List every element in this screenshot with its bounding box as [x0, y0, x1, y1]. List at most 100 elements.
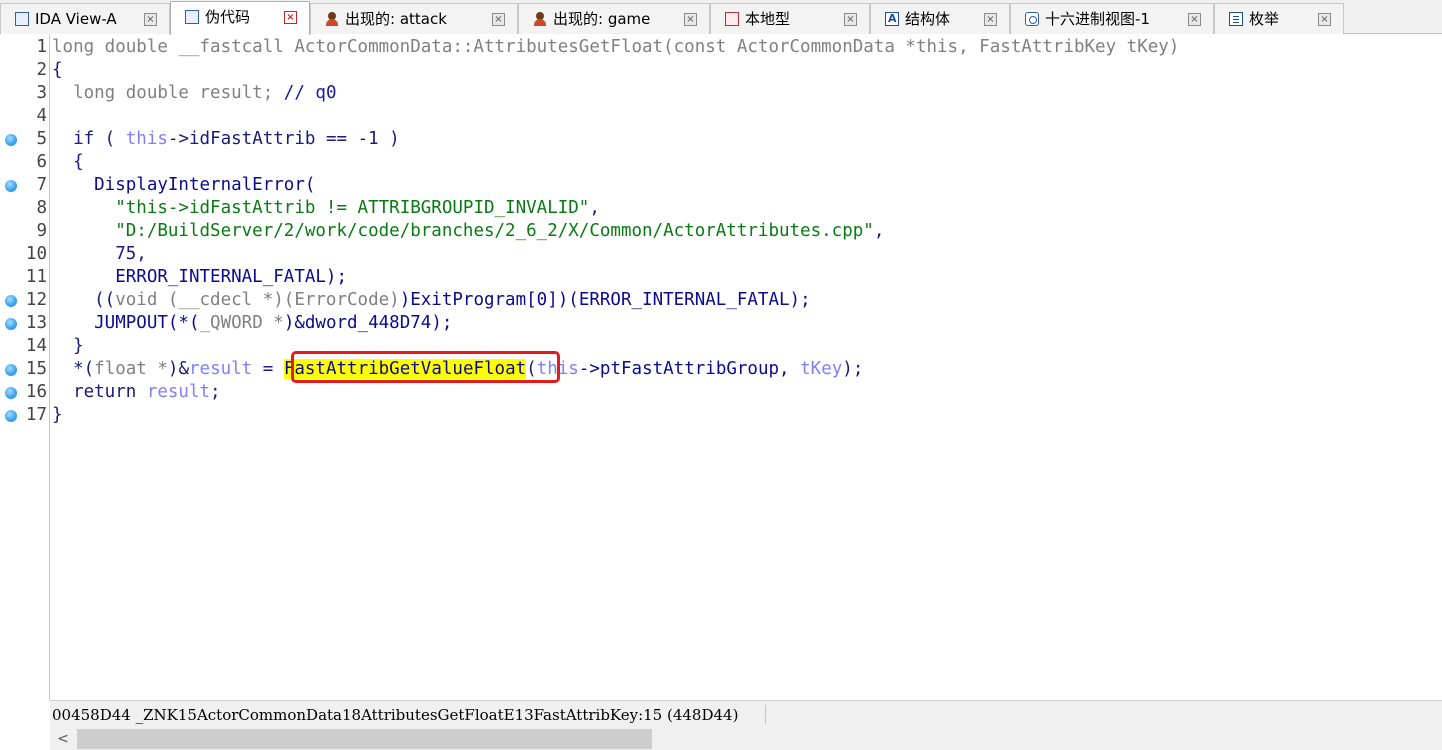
horizontal-scrollbar[interactable]: <: [50, 728, 1442, 750]
code-token: // q0: [283, 83, 337, 103]
line-number: 8: [36, 198, 47, 218]
code-token: "D:/BuildServer/2/work/code/branches/2_6…: [115, 221, 874, 241]
scroll-left-arrow[interactable]: <: [50, 728, 76, 750]
code-text: long double result; // q0: [52, 82, 336, 105]
structures-icon: [885, 4, 899, 34]
code-token: void (__cdecl *)(ErrorCode): [115, 290, 400, 310]
close-icon[interactable]: ×: [1318, 13, 1331, 26]
code-token: )ExitProgram[0])(ERROR_INTERNAL_FATAL);: [399, 290, 811, 310]
code-line[interactable]: 8 "this->idFastAttrib != ATTRIBGROUPID_I…: [0, 197, 1442, 220]
tab-7[interactable]: 枚举 ×: [1214, 3, 1344, 34]
code-line[interactable]: 15 *(float *)&result = FastAttribGetValu…: [0, 358, 1442, 381]
code-line[interactable]: 11 ERROR_INTERNAL_FATAL);: [0, 266, 1442, 289]
line-number: 5: [36, 129, 47, 149]
code-text: ((void (__cdecl *)(ErrorCode))ExitProgra…: [52, 289, 811, 312]
code-line[interactable]: 9 "D:/BuildServer/2/work/code/branches/2…: [0, 220, 1442, 243]
tab-4[interactable]: 本地型 ×: [710, 3, 870, 34]
code-token: result: [146, 382, 211, 402]
code-line[interactable]: 16 return result;: [0, 381, 1442, 404]
status-text: 00458D44 _ZNK15ActorCommonData18Attribut…: [52, 706, 739, 724]
line-number: 17: [25, 405, 47, 425]
line-number: 15: [25, 359, 47, 379]
code-token: =: [252, 359, 284, 379]
code-token: ,: [589, 198, 600, 218]
line-number: 12: [25, 290, 47, 310]
code-text: JUMPOUT(*(_QWORD *)&dword_448D74);: [52, 312, 452, 335]
hex-view-icon: [1025, 12, 1039, 26]
code-token: );: [842, 359, 864, 379]
code-token: float *: [94, 359, 168, 379]
code-line[interactable]: 17}: [0, 404, 1442, 427]
local-types-icon: [725, 12, 739, 26]
code-text: ERROR_INTERNAL_FATAL);: [52, 266, 347, 289]
pseudocode-editor[interactable]: 1 long double __fastcall ActorCommonData:…: [0, 35, 1442, 700]
code-line[interactable]: 4: [0, 105, 1442, 128]
tab-label: 出现的: game: [553, 10, 651, 28]
scroll-thumb[interactable]: [77, 729, 652, 749]
line-number: 9: [36, 221, 47, 241]
tab-3[interactable]: 出现的: game ×: [518, 3, 710, 34]
code-token: result: [189, 359, 253, 379]
tab-0[interactable]: IDA View-A ×: [0, 3, 170, 34]
code-text: DisplayInternalError(: [52, 174, 315, 197]
code-line[interactable]: 13 JUMPOUT(*(_QWORD *)&dword_448D74);: [0, 312, 1442, 335]
tab-bar: IDA View-A × 伪代码 × 出现的: attack × 出现的: game × 本地型…: [0, 0, 1442, 35]
close-icon[interactable]: ×: [984, 13, 997, 26]
person-icon: [533, 12, 547, 26]
enums-icon: [1229, 12, 1243, 26]
line-number: 3: [36, 83, 47, 103]
code-token: DisplayInternalError(: [52, 175, 316, 195]
code-token: {: [52, 60, 63, 80]
ida-view-icon: [15, 12, 29, 26]
code-line[interactable]: 6 {: [0, 151, 1442, 174]
tab-1[interactable]: 伪代码 ×: [170, 1, 310, 35]
close-icon[interactable]: ×: [284, 11, 297, 24]
code-token: *(: [52, 359, 95, 379]
code-token: tKey: [800, 359, 843, 379]
code-text: {: [52, 59, 63, 82]
code-text: {: [52, 151, 84, 174]
code-token: return: [52, 382, 147, 402]
code-token: "this->idFastAttrib != ATTRIBGROUPID_INV…: [115, 198, 590, 218]
tab-5[interactable]: 结构体 ×: [870, 3, 1010, 34]
code-text: 75,: [52, 243, 147, 266]
line-number: 13: [25, 313, 47, 333]
code-line[interactable]: 14 }: [0, 335, 1442, 358]
code-line[interactable]: 3 long double result; // q0: [0, 82, 1442, 105]
code-line[interactable]: 12 ((void (__cdecl *)(ErrorCode))ExitPro…: [0, 289, 1442, 312]
code-token: ;: [210, 382, 221, 402]
code-line[interactable]: 5 if ( this->idFastAttrib == -1 ): [0, 128, 1442, 151]
tab-2[interactable]: 出现的: attack ×: [310, 3, 518, 34]
line-number: 10: [25, 244, 47, 264]
line-number: 1: [36, 37, 47, 57]
code-token: ->idFastAttrib == -1 ): [167, 129, 400, 149]
close-icon[interactable]: ×: [144, 13, 157, 26]
code-token: this: [125, 129, 168, 149]
tab-label: 结构体: [905, 10, 951, 28]
line-number: 2: [36, 60, 47, 80]
code-token: _QWORD *: [199, 313, 284, 333]
code-token: ->ptFastAttribGroup,: [578, 359, 801, 379]
code-line[interactable]: 2{: [0, 59, 1442, 82]
highlight-annotation-box: [291, 351, 560, 383]
line-number: 6: [36, 152, 47, 172]
tab-label: 十六进制视图-1: [1045, 10, 1150, 28]
status-bar: 00458D44 _ZNK15ActorCommonData18Attribut…: [50, 700, 1442, 728]
code-line[interactable]: 10 75,: [0, 243, 1442, 266]
pseudocode-icon: [185, 10, 199, 24]
tab-label: 本地型: [745, 10, 791, 28]
code-text: long double __fastcall ActorCommonData::…: [52, 36, 1179, 59]
code-token: long double __fastcall ActorCommonData::…: [52, 37, 1180, 57]
close-icon[interactable]: ×: [844, 13, 857, 26]
code-line[interactable]: 7 DisplayInternalError(: [0, 174, 1442, 197]
status-divider: [765, 705, 766, 724]
close-icon[interactable]: ×: [492, 13, 505, 26]
code-token: {: [52, 152, 84, 172]
person-icon: [325, 12, 339, 26]
close-icon[interactable]: ×: [684, 13, 697, 26]
tab-6[interactable]: 十六进制视图-1 ×: [1010, 3, 1214, 34]
tab-label: IDA View-A: [35, 10, 117, 28]
close-icon[interactable]: ×: [1188, 13, 1201, 26]
code-line[interactable]: 1 long double __fastcall ActorCommonData:…: [0, 36, 1442, 59]
